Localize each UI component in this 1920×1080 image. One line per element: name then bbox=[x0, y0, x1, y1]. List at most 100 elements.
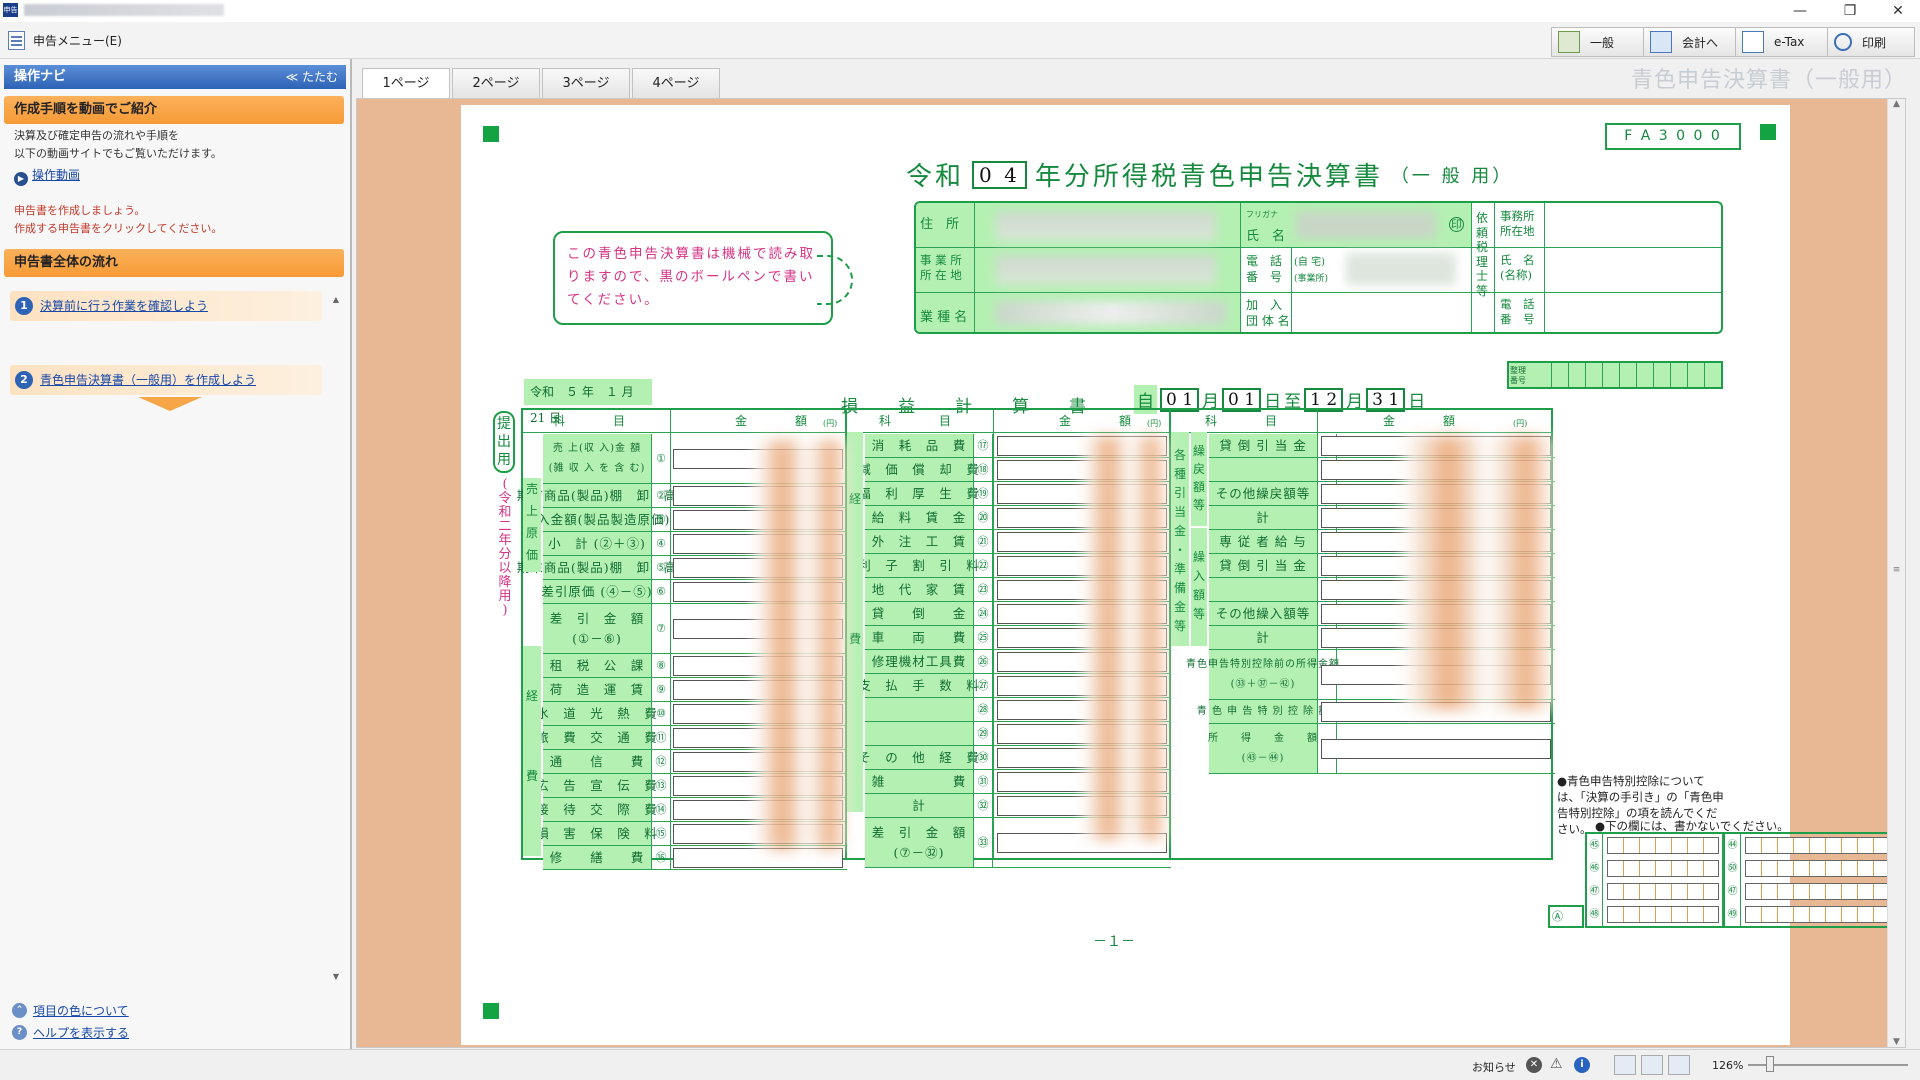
tab-page-3[interactable]: 3ページ bbox=[542, 68, 630, 98]
operation-navi-panel: 操作ナビ ≪ たたむ 作成手順を動画でご紹介 決算及び確定申告の流れや手順を 以… bbox=[0, 59, 352, 1049]
error-icon[interactable]: ✕ bbox=[1526, 1057, 1542, 1073]
notice-label: お知らせ bbox=[1472, 1061, 1516, 1074]
side-cost-of-sales: 売 上 原 価 bbox=[523, 478, 541, 572]
help-show-link[interactable]: ヘルプを表示する bbox=[33, 1024, 129, 1041]
row-label bbox=[865, 722, 973, 745]
flow-arrow-icon bbox=[138, 397, 202, 411]
amounts-column-3-redacted bbox=[1403, 436, 1553, 710]
amount-input[interactable] bbox=[1321, 739, 1551, 759]
office-use-field bbox=[1745, 883, 1897, 900]
row-number: ④ bbox=[651, 532, 671, 555]
tab-page-4[interactable]: 4ページ bbox=[632, 68, 720, 98]
row-label: 接 待 交 際 費 bbox=[536, 798, 657, 821]
zoom-slider-thumb[interactable] bbox=[1766, 1056, 1774, 1072]
minimize-button[interactable]: — bbox=[1780, 1, 1820, 21]
fit-width-icon[interactable] bbox=[1614, 1055, 1636, 1075]
row-number: ⑪ bbox=[651, 726, 671, 749]
row-number: ㉜ bbox=[973, 794, 993, 817]
row-number: ⑮ bbox=[651, 822, 671, 845]
row-label: その他繰戻額等 bbox=[1209, 482, 1317, 505]
form-page: F A 3 0 0 0 令和 0 4 年分所得税青色申告決算書 （一 般 用） … bbox=[461, 105, 1901, 1045]
print-button[interactable]: 印刷 bbox=[1827, 27, 1915, 57]
address-value-redacted[interactable] bbox=[996, 211, 1216, 241]
label-furigana: フリガナ bbox=[1246, 210, 1278, 219]
warning-icon[interactable]: ⚠ bbox=[1550, 1056, 1563, 1072]
amount-input[interactable] bbox=[673, 848, 843, 868]
fit-page-icon[interactable] bbox=[1641, 1055, 1663, 1075]
help-item-colors[interactable]: ⌃ 項目の色について bbox=[12, 1002, 129, 1019]
help-colors-link[interactable]: 項目の色について bbox=[33, 1002, 129, 1019]
navi-scrollbar[interactable]: ▲ ▼ bbox=[328, 295, 344, 981]
scroll-down-icon[interactable]: ▼ bbox=[328, 972, 344, 981]
name-value-redacted[interactable] bbox=[1296, 211, 1436, 239]
divider bbox=[993, 410, 994, 858]
office-use-corner: Ⓐ bbox=[1548, 905, 1584, 928]
tab-page-1[interactable]: 1ページ bbox=[362, 68, 450, 99]
row-number: ㉙ bbox=[973, 722, 993, 745]
title-year-field[interactable]: 0 4 bbox=[972, 160, 1027, 189]
general-button[interactable]: 一般 bbox=[1551, 27, 1645, 57]
tab-page-2[interactable]: 2ページ bbox=[452, 68, 540, 98]
row-label: 支 払 手 数 料 bbox=[858, 674, 979, 697]
row-label: 計 bbox=[865, 794, 973, 817]
actual-size-icon[interactable] bbox=[1668, 1055, 1690, 1075]
document-scrollbar[interactable]: ▲ ≡ ▼ bbox=[1887, 99, 1905, 1047]
scroll-up-icon[interactable]: ▲ bbox=[328, 295, 344, 304]
header-item-2: 科 目 bbox=[879, 414, 955, 428]
yen-unit-1: (円) bbox=[823, 419, 838, 428]
business-value-redacted[interactable] bbox=[996, 301, 1226, 325]
info-icon[interactable]: i bbox=[1574, 1057, 1590, 1073]
prompt-text: 申告書を作成しましょう。 作成する申告書をクリックしてください。 bbox=[14, 202, 222, 238]
report-menu[interactable]: 申告メニュー(E) bbox=[8, 31, 122, 50]
scroll-up-icon[interactable]: ▲ bbox=[1888, 99, 1905, 109]
phone-value-redacted[interactable] bbox=[1346, 253, 1456, 285]
scroll-grip-icon[interactable]: ≡ bbox=[1888, 565, 1905, 575]
scroll-down-icon[interactable]: ▼ bbox=[1888, 1037, 1905, 1047]
office-use-row-number: ㊻ bbox=[1587, 857, 1603, 880]
to-accounting-button-label: 会計へ bbox=[1682, 35, 1719, 50]
video-link-text[interactable]: 操作動画 bbox=[32, 168, 80, 182]
row-label: 差 引 金 額 (①－⑥) bbox=[543, 604, 651, 653]
video-link[interactable]: ▶ 操作動画 bbox=[14, 166, 80, 186]
step-1-link[interactable]: 決算前に行う作業を確認しよう bbox=[40, 299, 208, 313]
title-general: （一 般 用） bbox=[1390, 165, 1514, 187]
row-label: 期首商品(製品)棚 卸 高 bbox=[517, 484, 676, 507]
side-transfer: 繰 入 額 等 bbox=[1191, 528, 1207, 646]
side-reserves: 各 種 引 当 金 ・ 準 備 金 等 bbox=[1171, 432, 1189, 646]
row-label: 水 道 光 熱 費 bbox=[536, 702, 657, 725]
label-name: 氏 名 bbox=[1246, 229, 1286, 244]
intro-line2: 以下の動画サイトでもご覧いただけます。 bbox=[14, 147, 222, 160]
to-accounting-button[interactable]: 会計へ bbox=[1643, 27, 1737, 57]
step-2-number: 2 bbox=[15, 371, 33, 389]
etax-icon bbox=[1742, 31, 1764, 53]
header-info-box: 住 所 事 業 所 所 在 地 業 種 名 フリガナ 氏 名 印 電 話 番 号… bbox=[914, 201, 1723, 334]
step-1[interactable]: 1 決算前に行う作業を確認しよう bbox=[10, 291, 322, 321]
divider bbox=[974, 203, 975, 332]
office-use-row-number: ㊼ bbox=[1725, 880, 1741, 903]
row-label bbox=[1209, 458, 1317, 481]
restore-button[interactable]: ❐ bbox=[1830, 1, 1870, 21]
reference-number-box: 整理 番号 bbox=[1507, 361, 1723, 389]
document-icon bbox=[8, 31, 25, 50]
submission-date[interactable]: 令和 ５ 年 １ 月 21 日 bbox=[524, 379, 652, 425]
step-2-link[interactable]: 青色申告決算書（一般用）を作成しよう bbox=[40, 373, 256, 387]
row-label: 利 子 割 引 料 bbox=[858, 554, 979, 577]
row-label: 租 税 公 課 bbox=[543, 654, 651, 677]
yen-unit-3: (円) bbox=[1513, 419, 1528, 428]
header-item-3: 科 目 bbox=[1205, 414, 1281, 428]
office-use-grid-left: ㊺㊻㊼㊽ bbox=[1585, 832, 1723, 928]
office-use-row-number: ㊼ bbox=[1587, 880, 1603, 903]
etax-button[interactable]: e-Tax bbox=[1735, 27, 1829, 57]
row-label bbox=[1209, 578, 1317, 601]
label-agent-phone: 電 話 番 号 bbox=[1500, 297, 1535, 326]
help-item-show[interactable]: ? ヘルプを表示する bbox=[12, 1024, 129, 1041]
step-2[interactable]: 2 青色申告決算書（一般用）を作成しよう bbox=[10, 365, 322, 395]
row-number: ㉗ bbox=[973, 674, 993, 697]
reference-number-field[interactable] bbox=[1535, 363, 1721, 387]
close-button[interactable]: ✕ bbox=[1878, 1, 1918, 21]
office-address-value-redacted[interactable] bbox=[996, 255, 1216, 285]
row-label: 所 得 金 額 (㊸－㊹) bbox=[1208, 724, 1317, 773]
row-number: ⑬ bbox=[651, 774, 671, 797]
office-use-row-number: ㊺ bbox=[1587, 834, 1603, 857]
collapse-button[interactable]: ≪ たたむ bbox=[286, 65, 338, 89]
